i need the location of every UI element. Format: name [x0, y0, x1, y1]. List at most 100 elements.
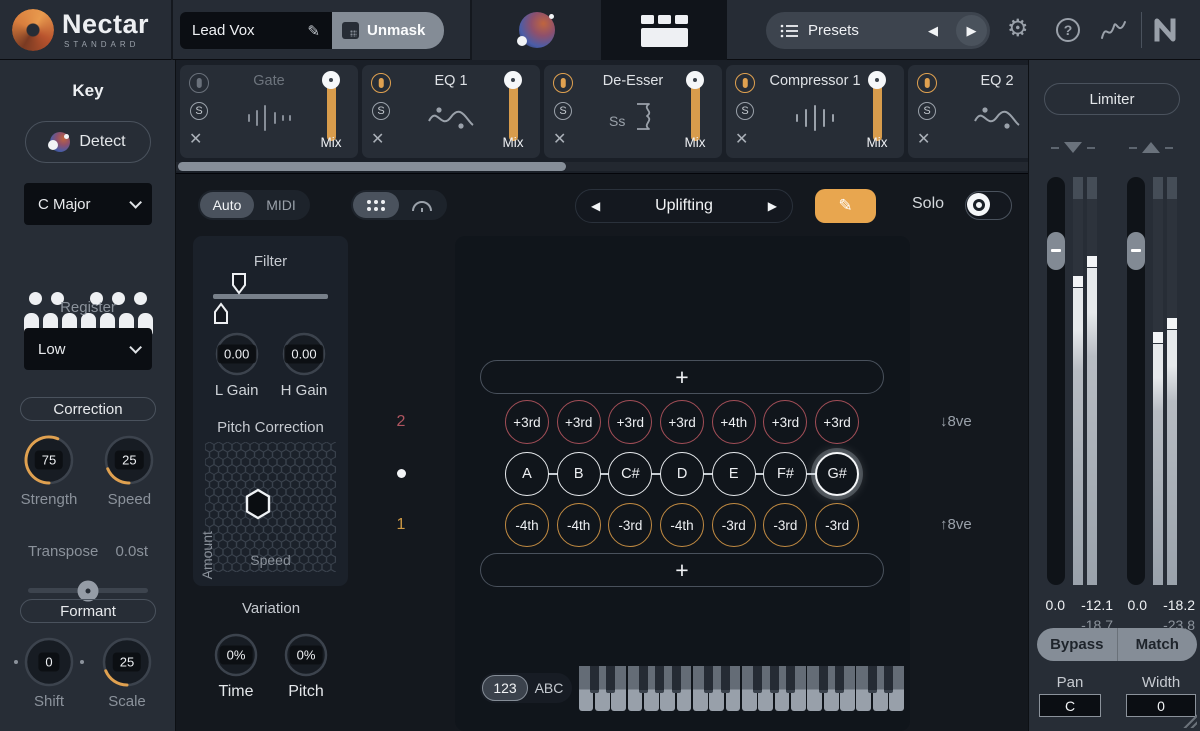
note-display-alpha-button[interactable]: ABC: [528, 680, 570, 696]
width-value-field[interactable]: 0: [1126, 694, 1196, 717]
output-gain-slider[interactable]: [1127, 177, 1145, 585]
register-select[interactable]: Low: [24, 328, 152, 370]
root-note[interactable]: B: [557, 452, 601, 496]
limiter-button[interactable]: Limiter: [1044, 83, 1180, 115]
module-card-compressor-1[interactable]: S✕Compressor 1Mix: [726, 65, 904, 158]
solo-icon[interactable]: S: [736, 102, 754, 120]
black-key[interactable]: [835, 666, 844, 693]
knob-pitch[interactable]: 0%Pitch: [283, 632, 329, 701]
chain-scrollbar-thumb[interactable]: [178, 162, 566, 171]
knob-strength[interactable]: 75Strength: [21, 434, 78, 508]
track-name-field[interactable]: Lead Vox ✎: [180, 12, 332, 49]
harmony-preset-selector[interactable]: ◀ Uplifting ▶: [575, 189, 793, 223]
voice1-interval[interactable]: -4th: [505, 503, 549, 547]
voice1-interval[interactable]: -3rd: [712, 503, 756, 547]
knob-l-gain[interactable]: 0.00L Gain: [214, 331, 260, 399]
remove-module-icon[interactable]: ✕: [735, 129, 748, 149]
black-key[interactable]: [655, 666, 664, 693]
remove-module-icon[interactable]: ✕: [189, 129, 202, 149]
settings-gear-icon[interactable]: ⚙: [1007, 14, 1029, 43]
knob-h-gain[interactable]: 0.00H Gain: [281, 331, 328, 399]
black-key[interactable]: [639, 666, 648, 693]
filter-high-marker[interactable]: [231, 272, 247, 295]
voice2-interval[interactable]: +4th: [712, 400, 756, 444]
correction-section-button[interactable]: Correction: [20, 397, 156, 421]
tab-assistant-view[interactable]: [472, 0, 601, 60]
root-note[interactable]: E: [712, 452, 756, 496]
mode-midi-button[interactable]: MIDI: [256, 192, 306, 218]
help-icon[interactable]: ?: [1056, 18, 1080, 42]
voice1-interval[interactable]: -4th: [660, 503, 704, 547]
black-key[interactable]: [704, 666, 713, 693]
voice2-interval[interactable]: +3rd: [505, 400, 549, 444]
formant-section-button[interactable]: Formant: [20, 599, 156, 623]
mix-slider[interactable]: [866, 71, 888, 143]
solo-icon[interactable]: S: [190, 102, 208, 120]
voice2-interval[interactable]: +3rd: [660, 400, 704, 444]
output-gain-slider[interactable]: [1047, 177, 1065, 585]
module-card-gate[interactable]: S✕GateMix: [180, 65, 358, 158]
gain-slider-handle[interactable]: [1047, 232, 1065, 270]
remove-module-icon[interactable]: ✕: [553, 129, 566, 149]
transpose-slider-thumb[interactable]: [78, 580, 99, 601]
knob-scale[interactable]: 25Scale: [101, 636, 153, 710]
solo-toggle[interactable]: [965, 191, 1012, 220]
black-key[interactable]: [672, 666, 681, 693]
mix-slider[interactable]: [502, 71, 524, 143]
add-voice-button-bottom[interactable]: +: [480, 553, 884, 587]
match-button[interactable]: Match: [1118, 628, 1198, 661]
solo-icon[interactable]: S: [918, 102, 936, 120]
mix-slider[interactable]: [684, 71, 706, 143]
mix-slider[interactable]: [320, 71, 342, 143]
voice2-interval[interactable]: +3rd: [608, 400, 652, 444]
voice1-interval[interactable]: -3rd: [815, 503, 859, 547]
pitch-correction-pad[interactable]: Amount Speed: [205, 442, 336, 572]
root-note[interactable]: D: [660, 452, 704, 496]
voice2-interval[interactable]: +3rd: [763, 400, 807, 444]
black-key[interactable]: [606, 666, 615, 693]
harmony-preset-prev[interactable]: ◀: [591, 199, 600, 213]
root-note[interactable]: G#: [815, 452, 859, 496]
black-key[interactable]: [590, 666, 599, 693]
pitch-correction-handle[interactable]: [243, 488, 273, 520]
arc-view-button[interactable]: [401, 192, 443, 218]
solo-icon[interactable]: S: [554, 102, 572, 120]
grid-view-button[interactable]: [353, 192, 399, 218]
mode-auto-button[interactable]: Auto: [200, 192, 254, 218]
harmony-preset-next[interactable]: ▶: [768, 199, 777, 213]
knob-time[interactable]: 0%Time: [213, 632, 259, 701]
edit-pencil-icon[interactable]: ✎: [307, 22, 320, 40]
pan-value-field[interactable]: C: [1039, 694, 1101, 717]
note-display-numeric-button[interactable]: 123: [482, 675, 528, 701]
root-note[interactable]: C#: [608, 452, 652, 496]
edit-harmony-button[interactable]: ✎: [815, 189, 876, 223]
remove-module-icon[interactable]: ✕: [917, 129, 930, 149]
knob-shift[interactable]: 0Shift: [23, 636, 75, 710]
detect-key-button[interactable]: Detect: [25, 121, 151, 163]
black-key[interactable]: [868, 666, 877, 693]
transpose-slider[interactable]: [28, 588, 148, 593]
preset-next-button[interactable]: ▶: [956, 15, 987, 46]
gain-slider-handle[interactable]: [1127, 232, 1145, 270]
filter-low-marker[interactable]: [213, 302, 229, 325]
presets-button[interactable]: Presets ◀ ▶: [766, 12, 990, 49]
black-key[interactable]: [786, 666, 795, 693]
root-note[interactable]: A: [505, 452, 549, 496]
remove-module-icon[interactable]: ✕: [371, 129, 384, 149]
black-key[interactable]: [884, 666, 893, 693]
voice1-interval[interactable]: -3rd: [763, 503, 807, 547]
module-card-eq-2[interactable]: S✕EQ 2Mix: [908, 65, 1028, 158]
voice2-interval[interactable]: +3rd: [815, 400, 859, 444]
module-card-de-esser[interactable]: S✕De-EsserSsMix: [544, 65, 722, 158]
solo-icon[interactable]: S: [372, 102, 390, 120]
root-note[interactable]: F#: [763, 452, 807, 496]
black-key[interactable]: [721, 666, 730, 693]
voice1-interval[interactable]: -4th: [557, 503, 601, 547]
black-key[interactable]: [770, 666, 779, 693]
knob-speed[interactable]: 25Speed: [103, 434, 155, 508]
unmask-button[interactable]: Unmask: [332, 12, 444, 49]
bypass-button[interactable]: Bypass: [1037, 628, 1118, 661]
black-key[interactable]: [753, 666, 762, 693]
tab-modules-view[interactable]: [601, 0, 727, 60]
add-voice-button-top[interactable]: +: [480, 360, 884, 394]
